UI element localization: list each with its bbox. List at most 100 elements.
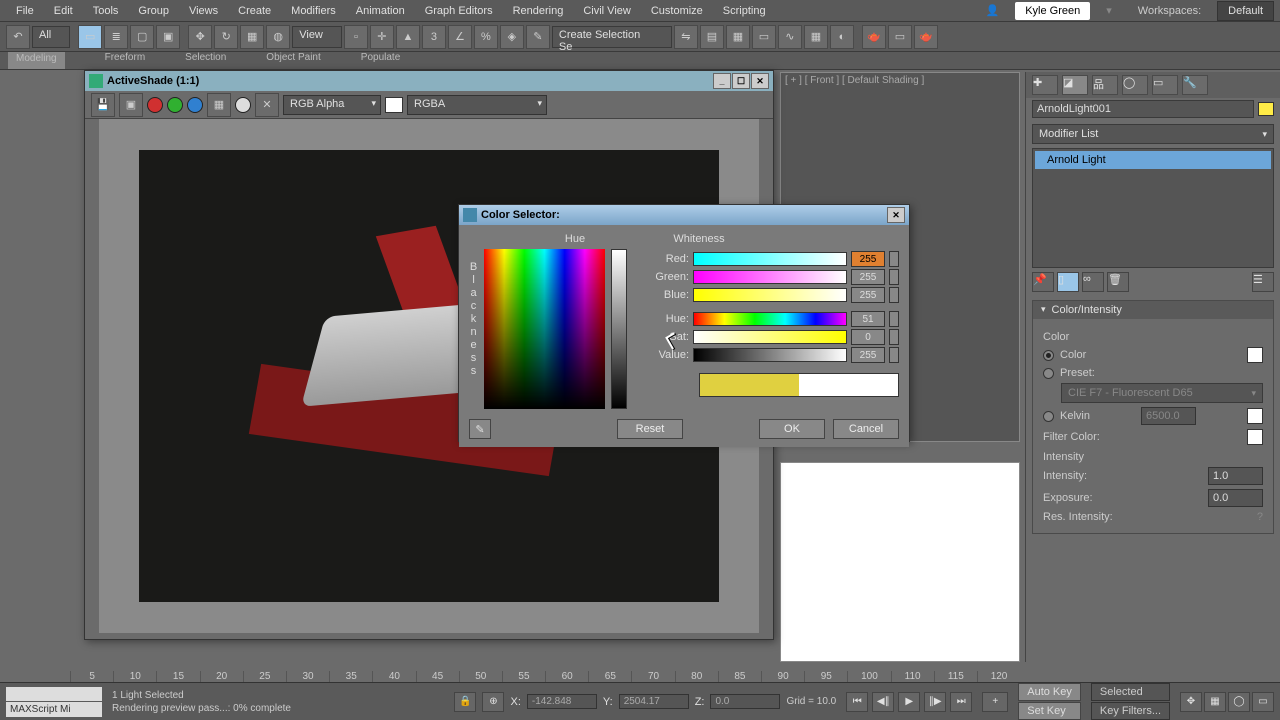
x-coord-field[interactable]: -142.848 [527, 694, 597, 709]
blue-spinner[interactable]: 255 [851, 287, 885, 303]
hue-picker[interactable] [484, 249, 605, 409]
rollout-header[interactable]: Color/Intensity [1033, 301, 1273, 319]
timeline[interactable]: 5 10 15 20 25 30 35 40 45 50 55 60 65 70… [70, 662, 1020, 682]
kelvin-radio[interactable] [1043, 411, 1054, 422]
red-spinner[interactable]: 255 [851, 251, 885, 267]
menu-tools[interactable]: Tools [83, 2, 129, 20]
menu-civilview[interactable]: Civil View [573, 2, 640, 20]
absolute-mode-icon[interactable]: ⊕ [482, 692, 504, 712]
max-toggle-icon[interactable]: ▭ [1252, 692, 1274, 712]
select-by-name-icon[interactable]: ≣ [104, 25, 128, 49]
ok-button[interactable]: OK [759, 419, 825, 439]
green-spinner[interactable]: 255 [851, 269, 885, 285]
green-spinner-arrows[interactable] [889, 269, 899, 285]
workspaces-dropdown[interactable]: Default [1217, 1, 1274, 21]
layer-explorer-icon[interactable]: ▦ [726, 25, 750, 49]
cancel-button[interactable]: Cancel [833, 419, 899, 439]
activeshade-title-bar[interactable]: ActiveShade (1:1) _ ☐ ✕ [85, 71, 773, 91]
blue-slider[interactable] [693, 288, 847, 302]
blue-channel-icon[interactable] [187, 97, 203, 113]
eyedropper-icon[interactable]: ✎ [469, 419, 491, 439]
configure-sets-icon[interactable]: ☰ [1252, 272, 1274, 292]
remove-modifier-icon[interactable]: 🗑 [1107, 272, 1129, 292]
auto-key-button[interactable]: Auto Key [1018, 683, 1081, 701]
preset-dropdown[interactable]: CIE F7 - Fluorescent D65 [1061, 383, 1263, 403]
set-key-icon[interactable]: + [982, 692, 1008, 712]
value-spinner[interactable]: 255 [851, 347, 885, 363]
select-manipulate-icon[interactable]: ✛ [370, 25, 394, 49]
menu-views[interactable]: Views [179, 2, 228, 20]
object-name-input[interactable] [1032, 100, 1254, 118]
hue-slider[interactable] [693, 312, 847, 326]
render-setup-icon[interactable]: 🫖 [862, 25, 886, 49]
save-image-icon[interactable]: 💾 [91, 93, 115, 117]
hue-spinner-arrows[interactable] [889, 311, 899, 327]
whiteness-slider[interactable] [611, 249, 627, 409]
ribbon-tab-objectpaint[interactable]: Object Paint [266, 52, 320, 69]
utilities-tab-icon[interactable]: 🔧 [1182, 75, 1208, 95]
green-channel-icon[interactable] [167, 97, 183, 113]
motion-tab-icon[interactable]: ◯ [1122, 75, 1148, 95]
scale-icon[interactable]: ▦ [240, 25, 264, 49]
zoom-extents-icon[interactable]: ▦ [1204, 692, 1226, 712]
menu-edit[interactable]: Edit [44, 2, 83, 20]
red-channel-icon[interactable] [147, 97, 163, 113]
sat-spinner[interactable]: 0 [851, 329, 885, 345]
schematic-view-icon[interactable]: ▦ [804, 25, 828, 49]
reset-button[interactable]: Reset [617, 419, 683, 439]
color-selector-title-bar[interactable]: Color Selector: ✕ [459, 205, 909, 225]
curve-editor-icon[interactable]: ∿ [778, 25, 802, 49]
goto-start-icon[interactable]: ⏮ [846, 692, 868, 712]
maximize-icon[interactable]: ☐ [732, 73, 750, 89]
viewport-perspective[interactable] [780, 462, 1020, 662]
ribbon-tab-selection[interactable]: Selection [185, 52, 226, 69]
selection-filter-dropdown[interactable]: All [32, 26, 70, 48]
pin-stack-icon[interactable]: 📌 [1032, 272, 1054, 292]
rotate-icon[interactable]: ↻ [214, 25, 238, 49]
rect-region-icon[interactable]: ▢ [130, 25, 154, 49]
edit-selection-icon[interactable]: ✎ [526, 25, 550, 49]
red-slider[interactable] [693, 252, 847, 266]
key-filter-selected[interactable]: Selected [1091, 683, 1170, 701]
modify-tab-icon[interactable]: ◪ [1062, 75, 1088, 95]
bg-color-swatch[interactable] [385, 97, 403, 113]
display-mode-dropdown[interactable]: RGBA [407, 95, 547, 115]
set-key-button[interactable]: Set Key [1018, 702, 1081, 720]
undo-icon[interactable]: ↶ [6, 25, 30, 49]
prev-frame-icon[interactable]: ◀∥ [872, 692, 894, 712]
mono-channel-icon[interactable] [235, 97, 251, 113]
modifier-stack[interactable]: Arnold Light [1032, 148, 1274, 268]
menu-file[interactable]: File [6, 2, 44, 20]
use-pivot-icon[interactable]: ▫ [344, 25, 368, 49]
intensity-spinner[interactable]: 1.0 [1208, 467, 1263, 485]
color-radio[interactable] [1043, 350, 1054, 361]
kelvin-swatch[interactable] [1247, 408, 1263, 424]
menu-grapheditors[interactable]: Graph Editors [415, 2, 503, 20]
show-end-result-icon[interactable]: ▯ [1057, 272, 1079, 292]
render-production-icon[interactable]: 🫖 [914, 25, 938, 49]
menu-group[interactable]: Group [128, 2, 179, 20]
y-coord-field[interactable]: 2504.17 [619, 694, 689, 709]
orbit-icon[interactable]: ◯ [1228, 692, 1250, 712]
hue-spinner[interactable]: 51 [851, 311, 885, 327]
maxscript-mini-listener[interactable]: MAXScript Mi [6, 702, 102, 717]
value-spinner-arrows[interactable] [889, 347, 899, 363]
menu-customize[interactable]: Customize [641, 2, 713, 20]
goto-end-icon[interactable]: ⏭ [950, 692, 972, 712]
spinner-snap-icon[interactable]: ◈ [500, 25, 524, 49]
display-tab-icon[interactable]: ▭ [1152, 75, 1178, 95]
menu-modifiers[interactable]: Modifiers [281, 2, 346, 20]
render-frame-icon[interactable]: ▭ [888, 25, 912, 49]
keyboard-shortcut-icon[interactable]: ▲ [396, 25, 420, 49]
menu-rendering[interactable]: Rendering [503, 2, 574, 20]
named-selection-dropdown[interactable]: Create Selection Se [552, 26, 672, 48]
key-filters-button[interactable]: Key Filters... [1091, 702, 1170, 720]
play-icon[interactable]: ▶ [898, 692, 920, 712]
toggle-ribbon-icon[interactable]: ▭ [752, 25, 776, 49]
user-name[interactable]: Kyle Green [1015, 2, 1090, 20]
preset-radio[interactable] [1043, 368, 1054, 379]
old-color-swatch[interactable] [700, 374, 799, 396]
red-spinner-arrows[interactable] [889, 251, 899, 267]
material-editor-icon[interactable]: ◐ [830, 25, 854, 49]
align-icon[interactable]: ▤ [700, 25, 724, 49]
